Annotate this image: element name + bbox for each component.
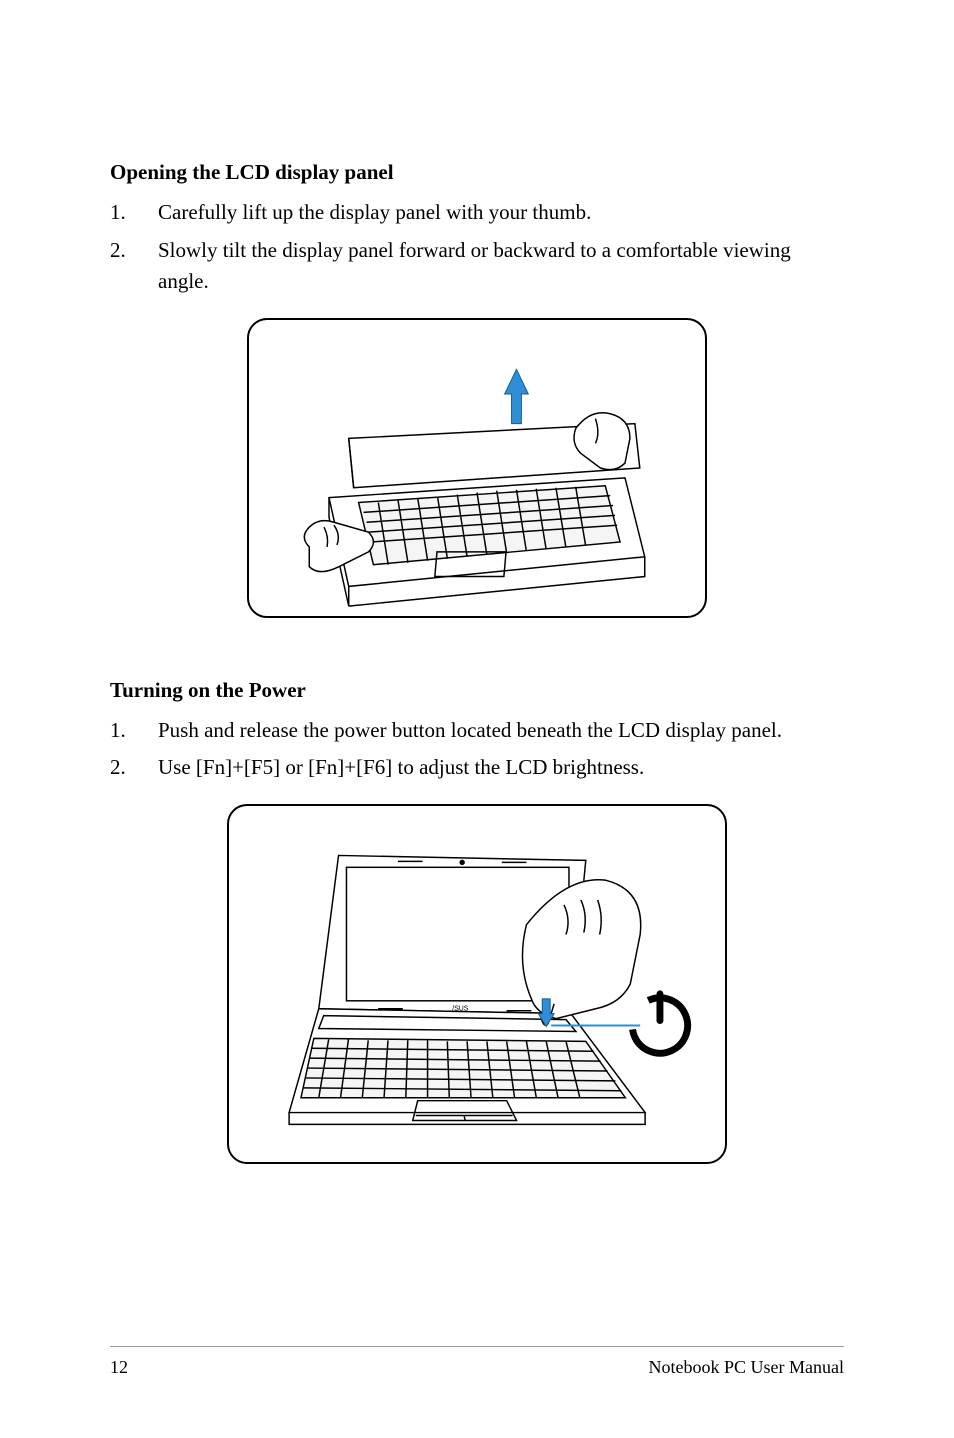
list-item: 2. Use [Fn]+[F5] or [Fn]+[F6] to adjust … — [110, 752, 844, 784]
item-text: Carefully lift up the display panel with… — [158, 197, 844, 229]
up-arrow-icon — [505, 369, 529, 423]
list-item: 2. Slowly tilt the display panel forward… — [110, 235, 844, 298]
section-1: Opening the LCD display panel 1. Careful… — [110, 160, 844, 618]
item-number: 1. — [110, 197, 158, 229]
laptop-power-illustration: /SUS — [227, 804, 727, 1164]
item-number: 2. — [110, 235, 158, 298]
item-text: Slowly tilt the display panel forward or… — [158, 235, 844, 298]
item-text: Push and release the power button locate… — [158, 715, 844, 747]
illustration-1-container — [110, 318, 844, 618]
item-text: Use [Fn]+[F5] or [Fn]+[F6] to adjust the… — [158, 752, 844, 784]
item-number: 2. — [110, 752, 158, 784]
laptop-open-svg — [249, 320, 705, 616]
section-2-heading: Turning on the Power — [110, 678, 844, 703]
laptop-power-svg: /SUS — [229, 806, 725, 1162]
section-2-list: 1. Push and release the power button loc… — [110, 715, 844, 784]
list-item: 1. Carefully lift up the display panel w… — [110, 197, 844, 229]
illustration-2-container: /SUS — [110, 804, 844, 1164]
laptop-opening-illustration — [247, 318, 707, 618]
section-1-list: 1. Carefully lift up the display panel w… — [110, 197, 844, 298]
item-number: 1. — [110, 715, 158, 747]
section-1-heading: Opening the LCD display panel — [110, 160, 844, 185]
page-number: 12 — [110, 1357, 128, 1378]
page-footer: 12 Notebook PC User Manual — [110, 1346, 844, 1378]
list-item: 1. Push and release the power button loc… — [110, 715, 844, 747]
footer-title: Notebook PC User Manual — [649, 1357, 844, 1378]
section-2: Turning on the Power 1. Push and release… — [110, 678, 844, 1164]
